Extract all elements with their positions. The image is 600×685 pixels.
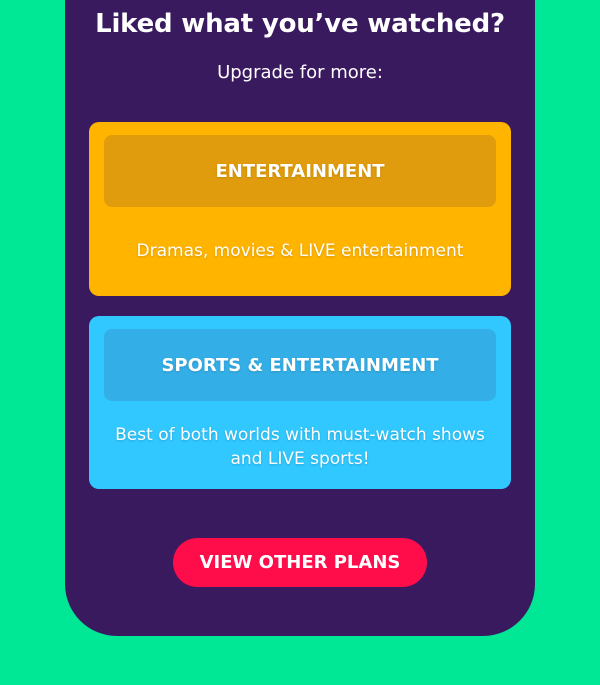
- view-other-plans-button[interactable]: VIEW OTHER PLANS: [173, 538, 427, 587]
- plan-card-entertainment[interactable]: ENTERTAINMENT Dramas, movies & LIVE ente…: [89, 122, 511, 296]
- promo-title: Liked what you’ve watched?: [95, 9, 505, 39]
- plan-card-sports-entertainment[interactable]: SPORTS & ENTERTAINMENT Best of both worl…: [89, 316, 511, 489]
- plan-description-entertainment: Dramas, movies & LIVE entertainment: [136, 241, 464, 261]
- promo-subtitle: Upgrade for more:: [217, 62, 383, 83]
- plan-name-entertainment: ENTERTAINMENT: [104, 135, 496, 207]
- plan-name-sports-entertainment: SPORTS & ENTERTAINMENT: [104, 329, 496, 401]
- plan-description-sports-entertainment: Best of both worlds with must-watch show…: [115, 425, 485, 469]
